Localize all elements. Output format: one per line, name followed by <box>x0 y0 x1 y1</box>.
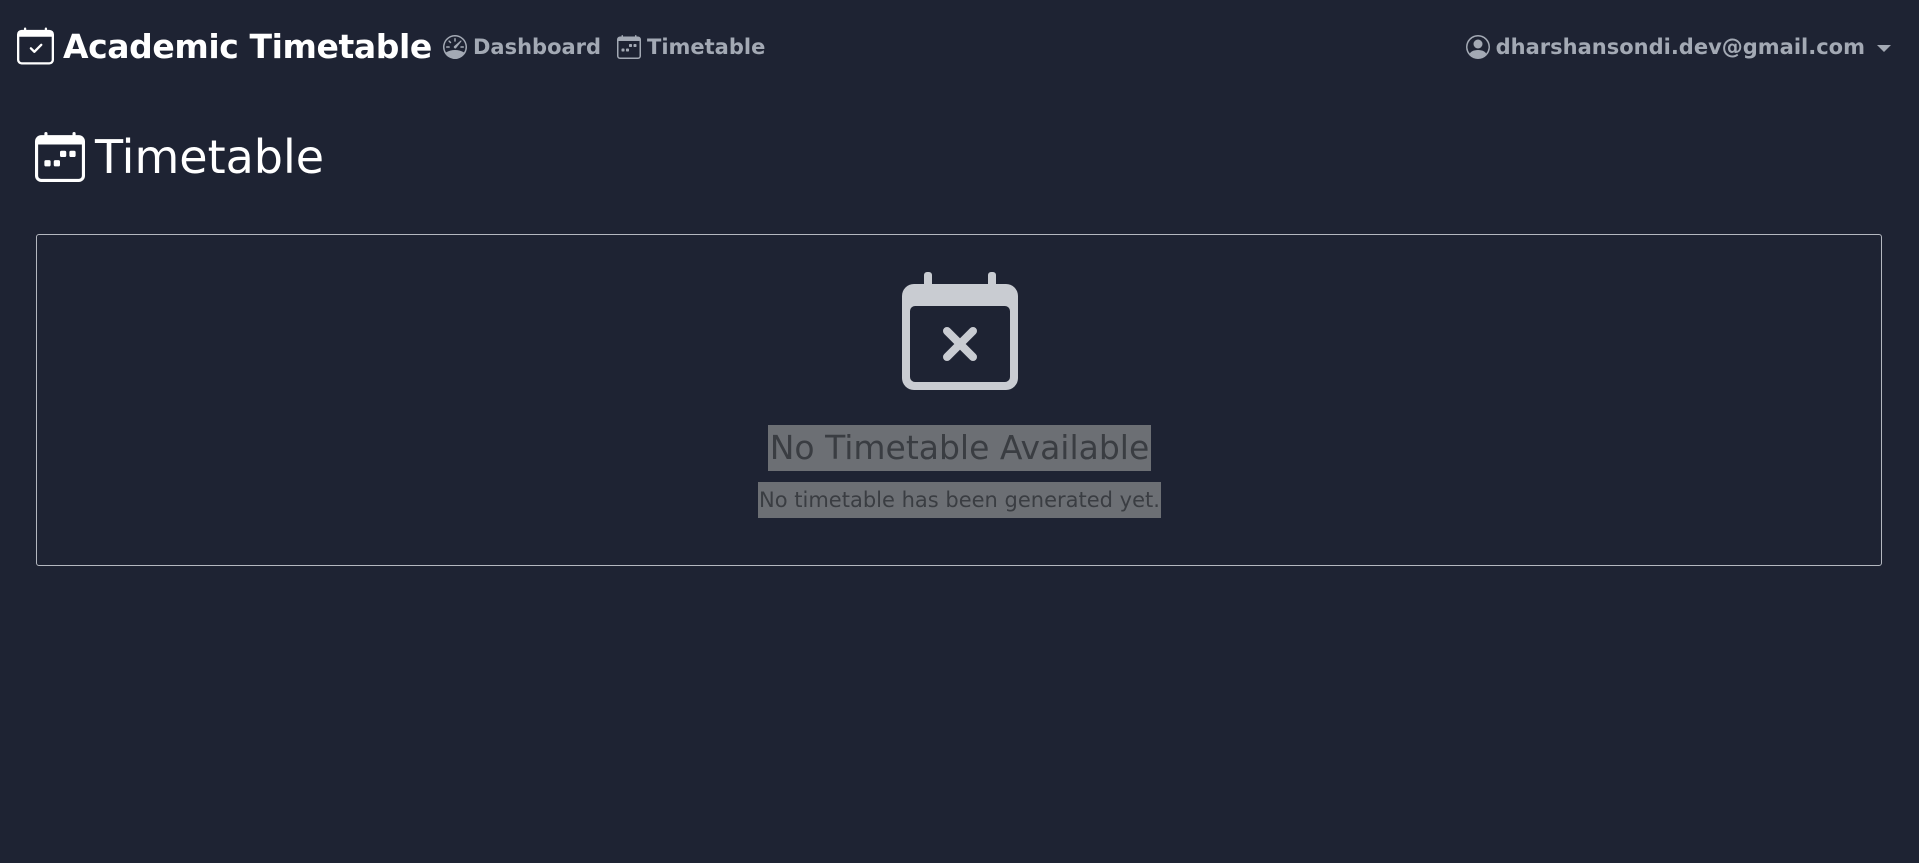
empty-state-message: No timetable has been generated yet. <box>0 482 1919 518</box>
empty-state-title-text: No Timetable Available <box>767 425 1152 471</box>
calendar-x-icon <box>902 272 1018 390</box>
speedometer-icon <box>443 35 467 59</box>
navbar: Academic Timetable Dashboard Timetable d… <box>0 0 1919 92</box>
nav-dashboard[interactable]: Dashboard <box>443 31 601 63</box>
empty-state-message-text: No timetable has been generated yet. <box>758 482 1161 518</box>
brand[interactable]: Academic Timetable <box>17 26 432 66</box>
nav-dashboard-label: Dashboard <box>473 35 602 59</box>
page-title: Timetable <box>35 128 324 186</box>
nav-timetable-label: Timetable <box>647 35 766 59</box>
user-email: dharshansondi.dev@gmail.com <box>1495 35 1865 59</box>
nav-timetable[interactable]: Timetable <box>617 31 765 63</box>
chevron-down-icon <box>1877 44 1891 52</box>
calendar-check-icon <box>17 27 54 65</box>
page-title-label: Timetable <box>95 130 325 184</box>
brand-label: Academic Timetable <box>63 26 432 66</box>
user-menu-dropdown[interactable]: dharshansondi.dev@gmail.com <box>1465 31 1891 63</box>
calendar-icon <box>617 35 641 59</box>
empty-state-title: No Timetable Available <box>0 425 1919 471</box>
user-circle-icon <box>1465 35 1490 59</box>
calendar-week-icon <box>35 132 85 182</box>
